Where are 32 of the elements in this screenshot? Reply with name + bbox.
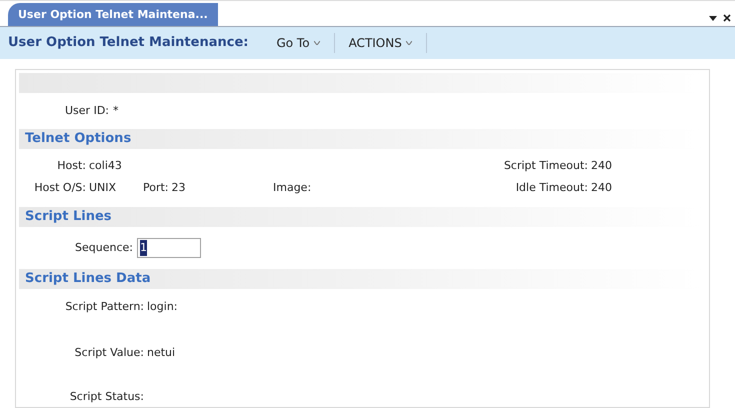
sequence-field[interactable]: 1 <box>137 238 201 258</box>
section-title: Telnet Options <box>25 130 132 148</box>
field-value: 240 <box>591 180 612 196</box>
field-label: Host: <box>56 158 87 174</box>
field-label: Sequence: <box>74 240 134 256</box>
section-title: Script Lines <box>25 208 112 226</box>
field-value: 23 <box>172 180 186 196</box>
caret-icon <box>314 41 320 45</box>
field-value: 1 <box>140 240 147 256</box>
field-value: netui <box>147 344 176 361</box>
section-title: Script Lines Data <box>25 270 151 288</box>
field-value: login: <box>147 298 178 315</box>
field-label: Host O/S: <box>33 180 87 196</box>
field-value: 240 <box>591 158 612 174</box>
dropdown-icon[interactable] <box>709 16 717 20</box>
close-icon[interactable] <box>723 14 731 22</box>
field-value: coli43 <box>89 158 122 174</box>
field-label: Image: <box>273 180 312 196</box>
field-label: Script Status: <box>68 388 145 405</box>
field-label: Script Timeout: <box>502 158 589 174</box>
required-mark: * <box>113 102 118 119</box>
field-label: Script Value: <box>74 344 145 361</box>
field-label: User ID: <box>65 102 109 119</box>
field-label: Port: <box>143 180 170 196</box>
page-title: User Option Telnet Maintenance: <box>8 34 248 52</box>
caret-icon <box>406 41 412 45</box>
menu-button[interactable]: Go To <box>262 34 334 52</box>
field-label: Idle Timeout: <box>514 180 589 196</box>
tab[interactable]: User Option Telnet Maintena... <box>8 2 218 26</box>
menu-button[interactable]: ACTIONS <box>334 34 426 52</box>
field-value: UNIX <box>89 180 116 196</box>
field-label: Script Pattern: <box>64 298 145 315</box>
